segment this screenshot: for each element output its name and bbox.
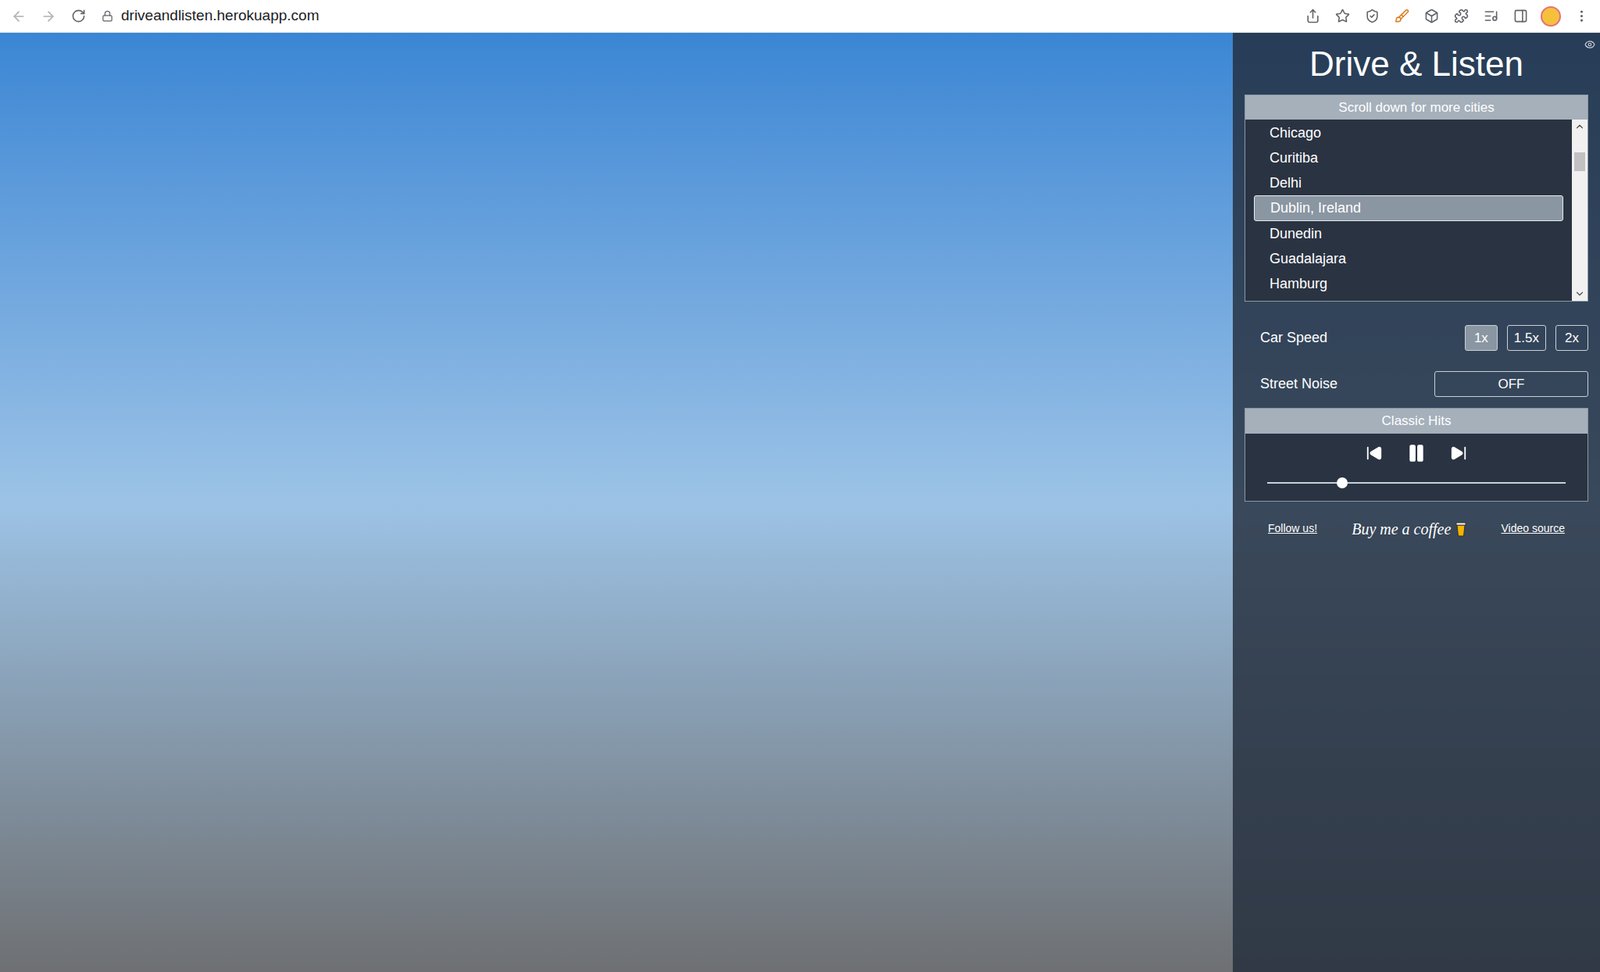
shield-extension-icon[interactable] xyxy=(1359,3,1385,29)
scroll-down-icon[interactable] xyxy=(1574,288,1586,300)
list-scrollbar[interactable] xyxy=(1571,119,1588,301)
city-item[interactable]: Guadalajara xyxy=(1253,246,1564,272)
reload-icon[interactable] xyxy=(65,3,91,29)
media-list-icon[interactable] xyxy=(1478,3,1504,29)
video-source-link[interactable]: Video source xyxy=(1501,520,1565,537)
street-noise-toggle[interactable]: OFF xyxy=(1434,371,1589,397)
speed-button[interactable]: 2x xyxy=(1555,325,1589,351)
footer-links: Follow us! Buy me a coffee Video source xyxy=(1244,517,1589,541)
menu-dots-icon[interactable] xyxy=(1568,3,1594,29)
music-player: Classic Hits xyxy=(1244,407,1589,502)
browser-toolbar: driveandlisten.herokuapp.com xyxy=(0,0,1600,33)
coffee-cup-icon xyxy=(1455,521,1467,537)
lock-icon xyxy=(101,10,114,22)
bookmark-star-icon[interactable] xyxy=(1329,3,1355,29)
city-item[interactable]: Dunedin xyxy=(1253,221,1564,247)
url-text: driveandlisten.herokuapp.com xyxy=(121,4,320,28)
side-panel-icon[interactable] xyxy=(1507,3,1533,29)
coffee-link[interactable]: Buy me a coffee xyxy=(1351,517,1467,541)
speed-button[interactable]: 1.5x xyxy=(1507,325,1547,351)
puzzle-extensions-icon[interactable] xyxy=(1448,3,1474,29)
next-track-icon[interactable] xyxy=(1450,444,1468,462)
forward-icon[interactable] xyxy=(35,3,61,29)
hide-panel-icon[interactable] xyxy=(1584,39,1596,50)
city-item[interactable]: Chicago xyxy=(1253,120,1564,146)
app: driveandlisten.herokuapp.com Drive & List… xyxy=(0,0,1600,972)
previous-track-icon[interactable] xyxy=(1365,444,1383,462)
street-noise-row: Street NoiseOFF xyxy=(1244,371,1589,397)
back-icon[interactable] xyxy=(6,3,32,29)
city-item[interactable]: Hamburg xyxy=(1253,271,1564,297)
city-item[interactable]: Dublin, Ireland xyxy=(1253,195,1564,222)
box-extension-icon[interactable] xyxy=(1418,3,1444,29)
address-bar[interactable]: driveandlisten.herokuapp.com xyxy=(101,4,1296,28)
share-icon[interactable] xyxy=(1300,3,1325,29)
speed-button[interactable]: 1x xyxy=(1464,325,1498,351)
city-list: Scroll down for more citiesChicagoCuriti… xyxy=(1244,94,1589,303)
video-frame: Drive & ListenScroll down for more citie… xyxy=(0,32,1600,972)
brush-extension-icon[interactable] xyxy=(1389,3,1415,29)
city-item[interactable]: Delhi xyxy=(1253,170,1564,196)
follow-link[interactable]: Follow us! xyxy=(1267,520,1318,537)
car-speed-row: Car Speed1x1.5x2x xyxy=(1244,325,1589,351)
app-title: Drive & Listen xyxy=(1244,32,1589,95)
city-item[interactable]: Curitiba xyxy=(1253,145,1564,171)
city-list-header: Scroll down for more cities xyxy=(1245,95,1588,121)
scroll-up-icon[interactable] xyxy=(1574,121,1586,133)
control-panel: Drive & ListenScroll down for more citie… xyxy=(1232,32,1600,972)
volume-thumb[interactable] xyxy=(1336,477,1348,489)
station-name: Classic Hits xyxy=(1245,408,1588,434)
volume-slider[interactable] xyxy=(1267,477,1566,489)
pause-icon[interactable] xyxy=(1406,442,1427,464)
profile-avatar-icon[interactable] xyxy=(1540,6,1561,27)
